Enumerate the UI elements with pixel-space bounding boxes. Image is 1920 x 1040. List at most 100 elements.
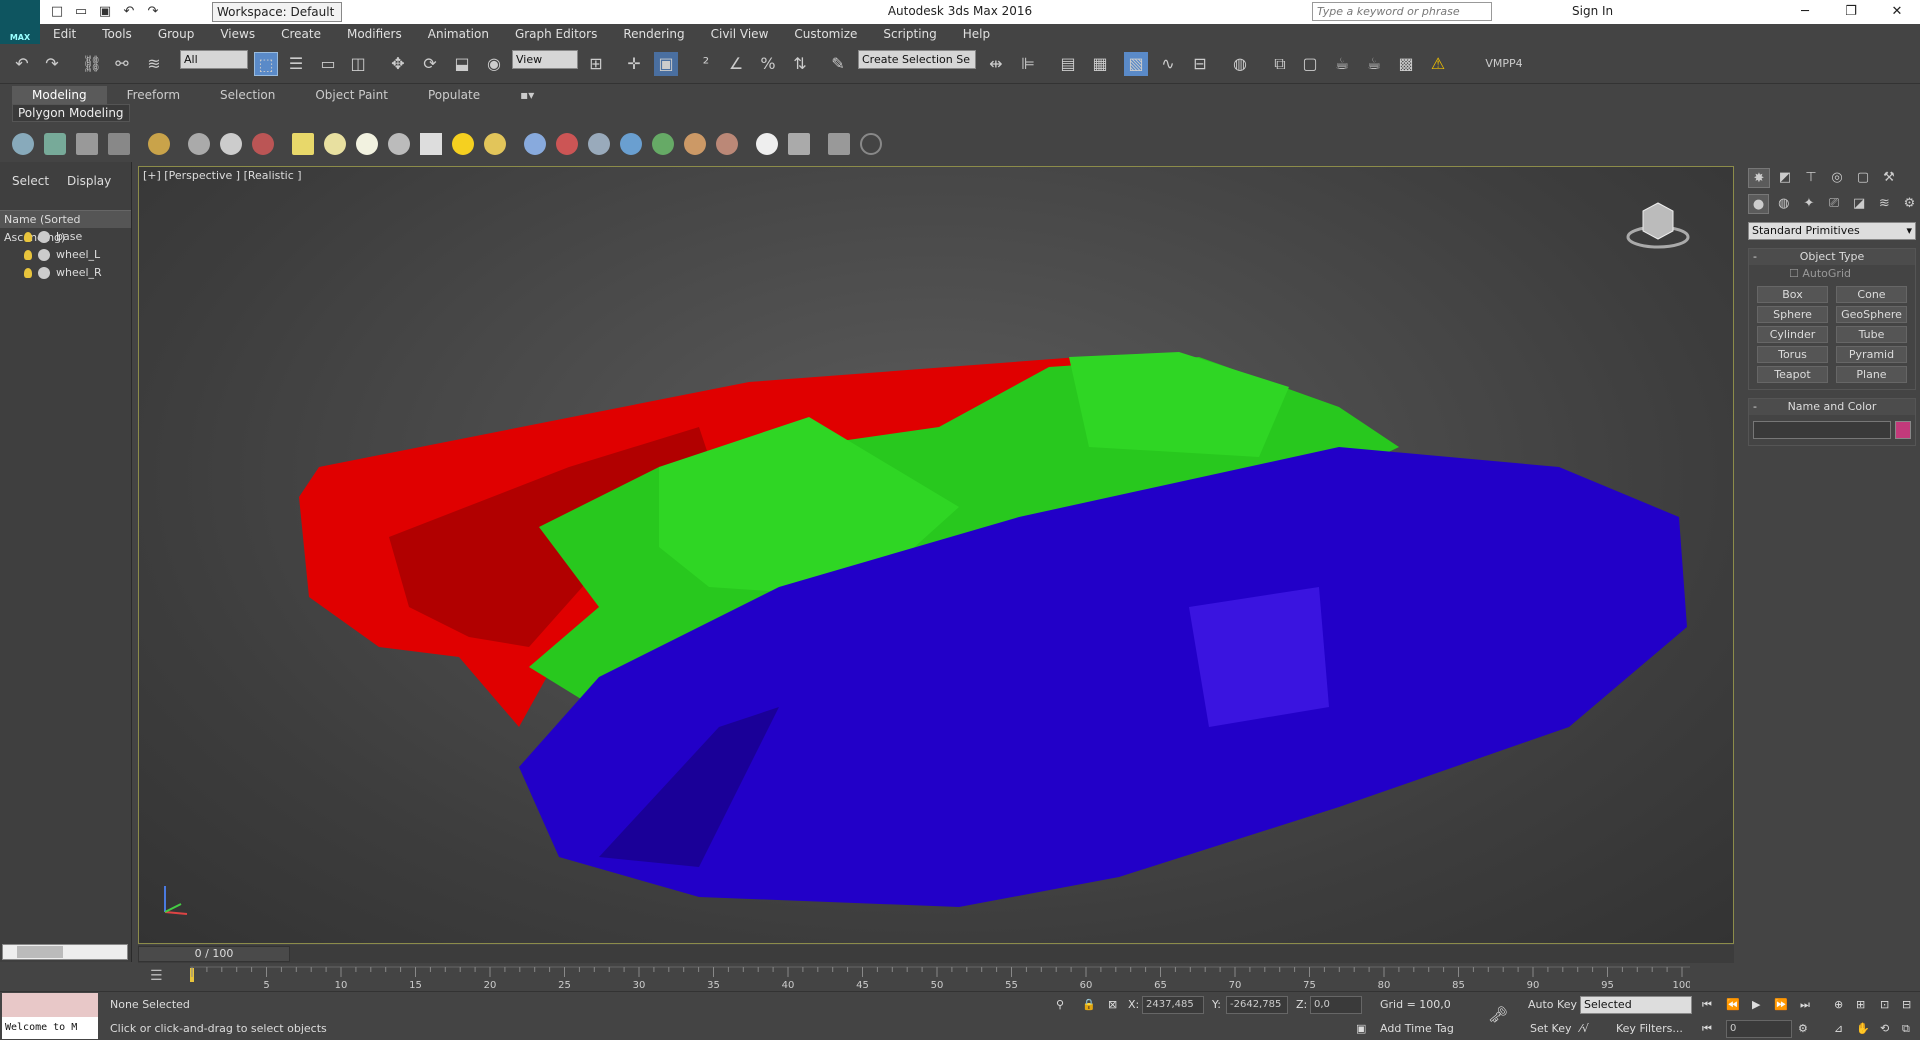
named-selection-dropdown[interactable]: Create Selection Se: [858, 50, 976, 69]
time-config-icon[interactable]: ⚙: [1798, 1020, 1808, 1038]
next-frame-icon[interactable]: ⏩: [1774, 996, 1788, 1014]
cylinder-button[interactable]: Cylinder: [1757, 326, 1828, 343]
display-tab-icon[interactable]: ▢: [1852, 168, 1874, 188]
light-bulb-icon[interactable]: [24, 250, 32, 260]
render-panel-icon[interactable]: [828, 133, 850, 155]
hemisphere-icon[interactable]: [324, 133, 346, 155]
move-icon[interactable]: ✥: [386, 52, 410, 76]
ribbon-toggle-icon[interactable]: ▦: [1088, 52, 1112, 76]
redo-icon[interactable]: ↷: [144, 3, 162, 21]
teapot-button[interactable]: Teapot: [1757, 366, 1828, 383]
tab-populate[interactable]: Populate: [408, 86, 500, 104]
menu-views[interactable]: Views: [207, 27, 268, 41]
select-object-icon[interactable]: ⬚: [254, 52, 278, 76]
menu-tools[interactable]: Tools: [89, 27, 145, 41]
film-icon[interactable]: [252, 133, 274, 155]
curve-editor-toggle-icon[interactable]: ☰: [150, 968, 163, 984]
object-color-swatch[interactable]: [1895, 421, 1911, 439]
zoom-icon[interactable]: ⊕: [1834, 996, 1843, 1014]
track-bar[interactable]: ☰ 5 10 15 20 25 30 35 40 45 50 55 60 65 70 75 80 85 90 95 1…: [0, 963, 1920, 991]
render-setup-icon[interactable]: ⧉: [1268, 52, 1292, 76]
ref-coord-dropdown[interactable]: View: [512, 50, 578, 69]
help-icon[interactable]: [860, 133, 882, 155]
zoom-all-icon[interactable]: ⊞: [1856, 996, 1865, 1014]
menu-graph-editors[interactable]: Graph Editors: [502, 27, 610, 41]
time-tag-icon[interactable]: ▣: [1356, 1020, 1366, 1038]
save-icon[interactable]: ▣: [96, 3, 114, 21]
perspective-viewport[interactable]: [+] [Perspective ] [Realistic ]: [138, 166, 1734, 944]
cameras-icon[interactable]: ⎚: [1823, 194, 1844, 214]
maximize-viewport-icon[interactable]: ⧉: [1902, 1020, 1910, 1038]
globe-icon[interactable]: [620, 133, 642, 155]
zoom-extents-all-icon[interactable]: ⊟: [1902, 996, 1911, 1014]
geosphere-button[interactable]: GeoSphere: [1836, 306, 1907, 323]
undo-icon[interactable]: ↶: [10, 52, 34, 76]
create-tab-icon[interactable]: ✸: [1748, 168, 1770, 188]
image-icon[interactable]: [44, 133, 66, 155]
foliage-icon[interactable]: [652, 133, 674, 155]
minimize-icon[interactable]: ─: [1782, 0, 1828, 24]
dynamics-icon[interactable]: [556, 133, 578, 155]
scale-icon[interactable]: ⬓: [450, 52, 474, 76]
autogrid-checkbox[interactable]: ☐ AutoGrid: [1749, 265, 1915, 282]
close-icon[interactable]: ✕: [1874, 0, 1920, 24]
time-slider-thumb[interactable]: 0 / 100: [138, 946, 290, 962]
rotate-icon[interactable]: ⟳: [418, 52, 442, 76]
ribbon-options-icon[interactable]: ▪▾: [500, 86, 554, 104]
open-file-icon[interactable]: ▭: [72, 3, 90, 21]
angle-snap-icon[interactable]: ∠: [724, 52, 748, 76]
scroll-thumb[interactable]: [17, 946, 63, 958]
rollout-header[interactable]: - Object Type: [1749, 249, 1915, 265]
goto-end-icon[interactable]: ⏭: [1800, 996, 1810, 1014]
place-icon[interactable]: ◉: [482, 52, 506, 76]
select-by-name-icon[interactable]: ☰: [284, 52, 308, 76]
list-item[interactable]: wheel_R: [0, 264, 131, 282]
shapes-icon[interactable]: ◍: [1773, 194, 1794, 214]
workspace-dropdown[interactable]: Workspace: Default: [212, 2, 342, 22]
app-menu-button[interactable]: MAX: [0, 0, 40, 44]
search-input[interactable]: Type a keyword or phrase: [1312, 2, 1492, 21]
selection-filter-dropdown[interactable]: All: [180, 50, 248, 69]
shell-icon[interactable]: [716, 133, 738, 155]
manipulate-icon[interactable]: ✛: [622, 52, 646, 76]
percent-snap-icon[interactable]: %: [756, 52, 780, 76]
current-frame-input[interactable]: 0: [1726, 1020, 1792, 1038]
plugin-button[interactable]: VMPP4: [1482, 52, 1526, 76]
maximize-icon[interactable]: ❐: [1828, 0, 1874, 24]
torus-button[interactable]: Torus: [1757, 346, 1828, 363]
helpers-icon[interactable]: ◪: [1849, 194, 1870, 214]
light-bulb-icon[interactable]: [24, 232, 32, 242]
zoom-extents-icon[interactable]: ⊡: [1880, 996, 1889, 1014]
set-key-mode-icon[interactable]: 🗝: [1488, 1006, 1508, 1024]
snap-toggle-icon[interactable]: ²: [694, 52, 718, 76]
align-icon[interactable]: ⊫: [1016, 52, 1040, 76]
link-icon[interactable]: ⛓: [80, 52, 104, 76]
pyramid-button[interactable]: Pyramid: [1836, 346, 1907, 363]
z-coord-input[interactable]: 0,0: [1310, 996, 1362, 1014]
goto-start-icon[interactable]: ⏮: [1702, 996, 1712, 1014]
viewcube-icon[interactable]: [1623, 193, 1693, 256]
material-sphere-icon[interactable]: [756, 133, 778, 155]
rendered-frame-icon[interactable]: ▢: [1298, 52, 1322, 76]
hair-icon[interactable]: [684, 133, 706, 155]
add-time-tag[interactable]: Add Time Tag: [1380, 1020, 1454, 1038]
key-mode-dropdown[interactable]: Selected: [1580, 996, 1692, 1014]
grid-panel-icon[interactable]: [788, 133, 810, 155]
sign-in-button[interactable]: Sign In: [1572, 4, 1613, 18]
key-filters-button[interactable]: Key Filters...: [1616, 1020, 1683, 1038]
menu-scripting[interactable]: Scripting: [870, 27, 949, 41]
light-bulb-icon[interactable]: [24, 268, 32, 278]
render-online-icon[interactable]: ▩: [1394, 52, 1418, 76]
rect-selection-icon[interactable]: ▭: [316, 52, 340, 76]
tab-freeform[interactable]: Freeform: [107, 86, 200, 104]
hierarchy-tab-icon[interactable]: ⊤: [1800, 168, 1822, 188]
key-mode-toggle-icon[interactable]: ⏮: [1702, 1020, 1712, 1038]
light-list-icon[interactable]: [148, 133, 170, 155]
box-button[interactable]: Box: [1757, 286, 1828, 303]
cone-icon[interactable]: [420, 133, 442, 155]
keyboard-shortcut-icon[interactable]: ▣: [654, 52, 678, 76]
menu-civil-view[interactable]: Civil View: [698, 27, 782, 41]
schematic-view-icon[interactable]: ⊟: [1188, 52, 1212, 76]
systems-icon[interactable]: ⚙: [1899, 194, 1920, 214]
undo-icon[interactable]: ↶: [120, 3, 138, 21]
